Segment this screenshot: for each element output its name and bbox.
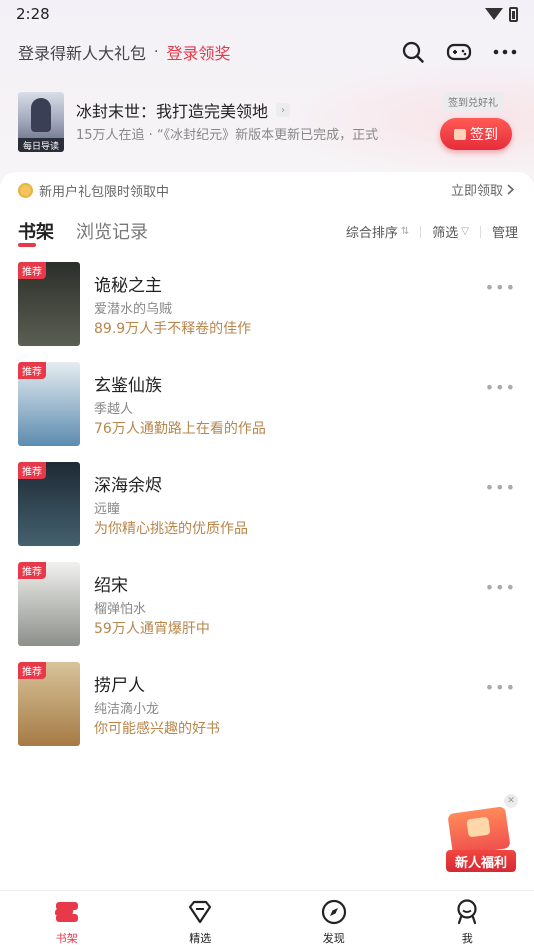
book-author: 季越人 — [94, 402, 134, 417]
book-description: 76万人通勤路上在看的作品 — [94, 421, 266, 437]
bookshelf-panel: 新用户礼包限时领取中 立即领取 书架 浏览记录 综合排序 ⇅ 筛选 ▽ 管理 推… — [0, 172, 534, 890]
newbie-gift-text: 新用户礼包限时领取中 — [39, 184, 170, 200]
status-bar: 2:28 — [0, 0, 534, 28]
tab-history[interactable]: 浏览记录 — [76, 218, 148, 244]
compass-icon — [321, 899, 347, 925]
newbie-welfare-label: 新人福利 — [446, 850, 516, 872]
book-item[interactable]: 推荐 绍宋 榴弹怕水 59万人通宵爆肝中 ••• — [18, 562, 518, 662]
sort-icon: ⇅ — [400, 226, 410, 237]
more-icon[interactable] — [492, 39, 518, 65]
manage-button[interactable]: 管理 — [492, 222, 518, 241]
nav-label: 精选 — [189, 932, 212, 945]
newbie-welfare-badge[interactable]: ✕ 新人福利 — [442, 794, 518, 872]
bookshelf-icon — [54, 899, 80, 925]
book-author: 纯洁滴小龙 — [94, 702, 160, 717]
filter-icon: ▽ — [461, 226, 469, 237]
promo-cover[interactable]: 每日导读 — [18, 92, 64, 152]
book-description: 59万人通宵爆肝中 — [94, 621, 210, 637]
more-options-icon[interactable]: ••• — [485, 578, 516, 597]
promo-title-text: 冰封末世：我打造完美领地 — [76, 102, 269, 121]
nav-featured[interactable]: 精选 — [134, 891, 268, 950]
status-time: 2:28 — [16, 5, 50, 23]
book-description: 为你精心挑选的优质作品 — [94, 521, 248, 537]
promo-subtitle: 15万人在追 · “《冰封纪元》新版本更新已完成，正式 — [76, 128, 379, 143]
divider — [420, 225, 422, 238]
coin-icon — [18, 182, 33, 198]
promo-cover-tag: 每日导读 — [18, 138, 64, 152]
divider — [479, 225, 481, 238]
login-link[interactable]: 登录领奖 — [166, 40, 230, 64]
promo-title[interactable]: 冰封末世：我打造完美领地 › — [76, 98, 291, 122]
nav-discover[interactable]: 发现 — [267, 891, 401, 950]
book-title: 诡秘之主 — [94, 276, 162, 296]
book-title: 捞尸人 — [94, 676, 145, 696]
close-icon[interactable]: ✕ — [504, 794, 518, 808]
book-author: 爱潜水的乌贼 — [94, 302, 173, 317]
recommend-tag: 推荐 — [18, 562, 46, 579]
book-cover[interactable]: 推荐 — [18, 562, 80, 646]
recommend-tag: 推荐 — [18, 662, 46, 679]
nav-label: 我 — [461, 932, 473, 945]
book-description: 你可能感兴趣的好书 — [94, 721, 220, 737]
gift-icon — [454, 128, 466, 140]
wifi-icon — [485, 8, 503, 20]
sort-label: 综合排序 — [345, 226, 398, 241]
book-author: 远瞳 — [94, 502, 121, 517]
book-cover[interactable]: 推荐 — [18, 262, 80, 346]
search-icon[interactable] — [400, 39, 426, 65]
gift-box-icon — [447, 806, 511, 856]
filter-button[interactable]: 筛选 ▽ — [432, 222, 469, 241]
book-description: 89.9万人手不释卷的佳作 — [94, 321, 252, 337]
login-separator: · — [154, 44, 159, 60]
book-title: 玄鉴仙族 — [94, 376, 162, 396]
chevron-right-icon — [507, 184, 514, 195]
nav-label: 书架 — [55, 932, 78, 945]
book-item[interactable]: 推荐 玄鉴仙族 季越人 76万人通勤路上在看的作品 ••• — [18, 362, 518, 462]
nav-profile[interactable]: 我 — [401, 891, 534, 950]
book-title: 绍宋 — [94, 576, 128, 596]
newbie-gift-bar[interactable]: 新用户礼包限时领取中 立即领取 — [18, 180, 516, 200]
filter-label: 筛选 — [432, 226, 459, 241]
book-item[interactable]: 推荐 深海余烬 远瞳 为你精心挑选的优质作品 ••• — [18, 462, 518, 562]
login-bar: 登录得新人大礼包 · 登录领奖 — [18, 38, 518, 66]
bottom-nav: 书架 精选 发现 我 — [0, 890, 534, 950]
claim-now-link[interactable]: 立即领取 — [451, 180, 514, 199]
battery-icon — [509, 6, 518, 22]
more-options-icon[interactable]: ••• — [485, 378, 516, 397]
recommend-tag: 推荐 — [18, 362, 46, 379]
book-cover[interactable]: 推荐 — [18, 462, 80, 546]
promo-card[interactable]: 每日导读 冰封末世：我打造完美领地 › 15万人在追 · “《冰封纪元》新版本更… — [18, 92, 518, 154]
nav-label: 发现 — [322, 932, 345, 945]
signin-label: 签到 — [470, 127, 498, 143]
login-prompt[interactable]: 登录得新人大礼包 — [18, 40, 146, 64]
signin-button[interactable]: 签到 — [440, 118, 512, 150]
book-title: 深海余烬 — [94, 476, 162, 496]
diamond-icon — [187, 899, 213, 925]
status-icons — [485, 6, 518, 22]
header-actions — [400, 38, 518, 66]
chevron-right-icon: › — [276, 103, 291, 117]
claim-now-label: 立即领取 — [450, 184, 503, 199]
signin-reward-badge: 签到兑好礼 — [442, 92, 504, 111]
book-author: 榴弹怕水 — [94, 602, 147, 617]
book-cover[interactable]: 推荐 — [18, 362, 80, 446]
promo-cover-figure — [31, 98, 51, 132]
nav-bookshelf[interactable]: 书架 — [0, 891, 134, 950]
recommend-tag: 推荐 — [18, 262, 46, 279]
profile-icon — [454, 899, 480, 925]
book-item[interactable]: 推荐 捞尸人 纯洁滴小龙 你可能感兴趣的好书 ••• — [18, 662, 518, 762]
more-options-icon[interactable]: ••• — [485, 278, 516, 297]
shelf-tabs: 书架 浏览记录 综合排序 ⇅ 筛选 ▽ 管理 — [18, 218, 518, 247]
book-cover[interactable]: 推荐 — [18, 662, 80, 746]
book-list: 推荐 诡秘之主 爱潜水的乌贼 89.9万人手不释卷的佳作 ••• 推荐 玄鉴仙族… — [18, 262, 518, 762]
more-options-icon[interactable]: ••• — [485, 678, 516, 697]
book-item[interactable]: 推荐 诡秘之主 爱潜水的乌贼 89.9万人手不释卷的佳作 ••• — [18, 262, 518, 362]
more-options-icon[interactable]: ••• — [485, 478, 516, 497]
recommend-tag: 推荐 — [18, 462, 46, 479]
sort-button[interactable]: 综合排序 ⇅ — [346, 222, 409, 241]
shelf-tools: 综合排序 ⇅ 筛选 ▽ 管理 — [346, 222, 518, 241]
tab-bookshelf[interactable]: 书架 — [18, 218, 54, 247]
gamepad-icon[interactable] — [446, 39, 472, 65]
